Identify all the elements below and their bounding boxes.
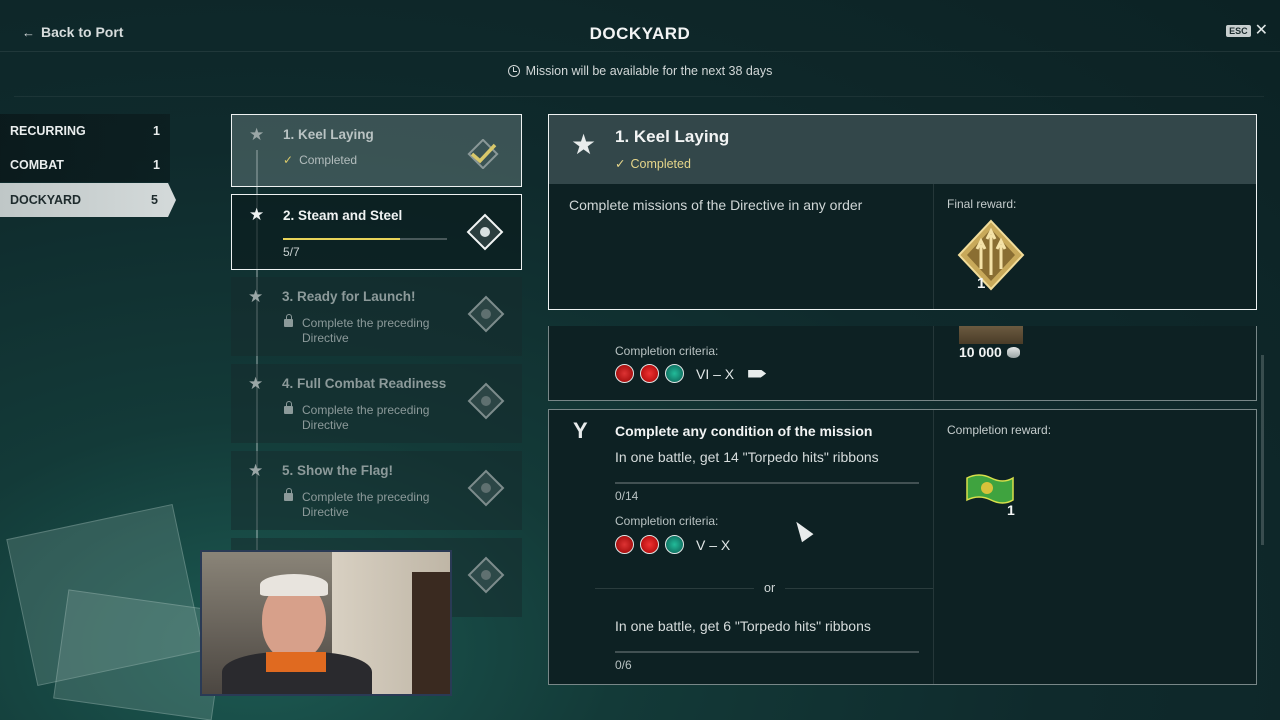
- mission-detail-panel: ★ 1. Keel Laying ✓ Completed Complete mis…: [548, 114, 1257, 310]
- mission-card-2[interactable]: ★ 2. Steam and Steel 5/7: [231, 194, 522, 270]
- mission-name: 5. Show the Flag!: [282, 463, 394, 478]
- divider: [933, 184, 934, 309]
- final-reward-count: 1: [977, 275, 986, 292]
- star-icon: ★: [249, 125, 265, 144]
- category-count: 1: [153, 124, 160, 138]
- mission-name: 4. Full Combat Readiness: [282, 376, 447, 391]
- completed-diamond-icon: [467, 139, 499, 169]
- star-icon: ★: [248, 374, 264, 393]
- condition-progress-bar: [615, 482, 919, 484]
- divider: [933, 410, 934, 684]
- category-count: 5: [151, 193, 158, 207]
- condition-progress-count: 0/6: [615, 658, 632, 672]
- completion-criteria-label: Completion criteria:: [615, 344, 719, 358]
- close-button[interactable]: ESC ✕: [1226, 22, 1268, 39]
- nation-flag-icon: [640, 535, 659, 554]
- mission-detail-header: ★ 1. Keel Laying ✓ Completed: [549, 115, 1256, 184]
- category-label: DOCKYARD: [10, 193, 82, 207]
- category-label: COMBAT: [10, 158, 64, 172]
- final-reward-label: Final reward:: [947, 197, 1017, 211]
- mission-description: Complete missions of the Directive in an…: [569, 197, 863, 213]
- mission-marker-icon: [467, 382, 505, 420]
- mission-name: 1. Keel Laying: [283, 127, 374, 142]
- tier-range: V – X: [696, 536, 731, 553]
- mission-marker-icon: [467, 295, 505, 333]
- mission-locked-text: Complete the preceding Directive: [302, 490, 430, 519]
- divider: [14, 96, 1264, 97]
- conditions-title: Complete any condition of the mission: [615, 423, 873, 439]
- lock-icon: [284, 488, 293, 501]
- mission-detail-status: ✓ Completed: [615, 157, 691, 171]
- completion-criteria-label: Completion criteria:: [615, 514, 719, 528]
- credits-amount: 10 000: [959, 344, 1002, 360]
- mission-status: ✓ Completed: [283, 153, 358, 167]
- mission-marker-icon: [467, 469, 505, 507]
- mission-marker-icon: [467, 556, 505, 594]
- mission-locked-text: Complete the preceding Directive: [302, 403, 430, 432]
- lock-icon: [284, 401, 293, 414]
- credits-icon: [1006, 346, 1020, 358]
- lock-icon: [284, 314, 293, 327]
- nation-flag-icon: [640, 364, 659, 383]
- mission-detail-name: 1. Keel Laying: [615, 127, 730, 146]
- completion-reward-count: 1: [1007, 502, 1015, 518]
- page-title: DOCKYARD: [589, 24, 691, 43]
- mission-card-4[interactable]: ★ 4. Full Combat Readiness Complete the …: [231, 364, 522, 443]
- mission-card-1[interactable]: ★ 1. Keel Laying ✓ Completed: [231, 114, 522, 187]
- mission-name: 2. Steam and Steel: [283, 208, 403, 223]
- category-label: RECURRING: [10, 124, 86, 138]
- divider: [933, 326, 934, 400]
- mission-card-5[interactable]: ★ 5. Show the Flag! Complete the precedi…: [231, 451, 522, 530]
- or-separator: or: [754, 581, 786, 595]
- availability-notice: Mission will be available for the next 3…: [0, 64, 1280, 78]
- nation-flag-icon: [615, 364, 634, 383]
- condition-progress-count: 0/14: [615, 489, 639, 503]
- nation-flag-icon: [615, 535, 634, 554]
- nation-flag-icon: [665, 364, 684, 383]
- reward-emblem-icon[interactable]: [955, 217, 1027, 293]
- condition-text: In one battle, get 14 "Torpedo hits" rib…: [615, 449, 879, 465]
- scrollbar[interactable]: [1261, 355, 1264, 545]
- credits-reward: 10 000: [959, 344, 1020, 360]
- completion-criteria-row: VI – X: [615, 364, 767, 383]
- mission-name: 3. Ready for Launch!: [282, 289, 416, 304]
- condition-text: In one battle, get 6 "Torpedo hits" ribb…: [615, 618, 871, 634]
- esc-key-badge: ESC: [1226, 25, 1251, 37]
- completion-reward-label: Completion reward:: [947, 423, 1052, 437]
- mission-conditions-panel: Y Complete any condition of the mission …: [548, 409, 1257, 685]
- mission-progress-count: 5/7: [283, 245, 300, 259]
- nation-flag-icon: [665, 535, 684, 554]
- mission-locked-text: Complete the preceding Directive: [302, 316, 430, 345]
- clock-icon: [507, 65, 520, 77]
- availability-text: Mission will be available for the next 3…: [525, 64, 773, 78]
- mission-progress-bar: [283, 238, 447, 240]
- destroyer-class-icon: [748, 369, 767, 378]
- condition-progress-bar: [615, 651, 919, 653]
- mission-condition-panel: Completion criteria: VI – X 10 000: [548, 326, 1257, 401]
- mission-card-3[interactable]: ★ 3. Ready for Launch! Complete the prec…: [231, 277, 522, 356]
- crate-icon: [959, 326, 1023, 344]
- webcam-overlay: [200, 550, 452, 696]
- mission-marker-icon: [466, 213, 504, 251]
- category-dockyard[interactable]: DOCKYARD 5: [0, 183, 176, 217]
- close-icon: ✕: [1254, 22, 1268, 39]
- category-combat[interactable]: COMBAT 1: [0, 148, 170, 182]
- star-icon: ★: [571, 129, 597, 160]
- star-icon: ★: [249, 205, 265, 224]
- star-icon: ★: [248, 461, 264, 480]
- star-icon: ★: [248, 287, 264, 306]
- completion-criteria-row: V – X: [615, 535, 730, 554]
- category-count: 1: [153, 158, 160, 172]
- tier-range: VI – X: [696, 365, 735, 382]
- category-recurring[interactable]: RECURRING 1: [0, 114, 170, 148]
- fork-icon: Y: [573, 418, 588, 443]
